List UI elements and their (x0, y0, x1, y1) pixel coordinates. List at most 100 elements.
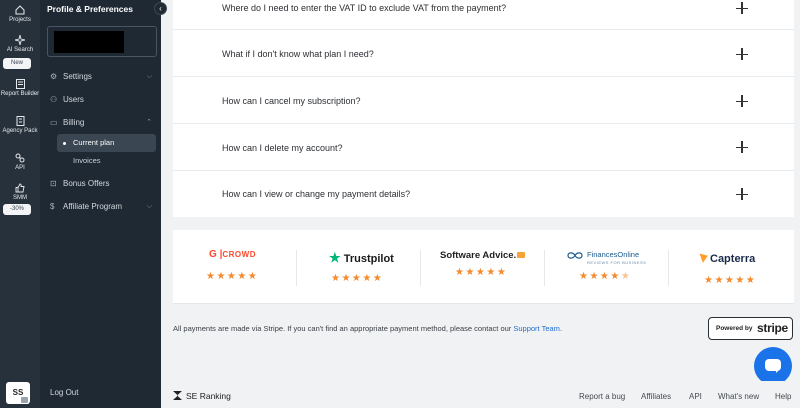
camera-icon (20, 396, 29, 404)
panel-title: Profile & Preferences (47, 4, 133, 14)
sub-label-current-plan: Current plan (73, 138, 115, 147)
active-dot (63, 142, 66, 145)
rail-item-agency-pack[interactable]: Agency Pack (0, 116, 40, 135)
discount-badge: -30% (3, 204, 31, 215)
powered-by-stripe-badge[interactable]: Powered by stripe (708, 317, 793, 340)
gear-icon: ⚙ (50, 72, 58, 81)
powered-by-label: Powered by (716, 325, 753, 332)
payment-note-end: . (559, 324, 563, 333)
se-ranking-logo-icon (173, 391, 182, 400)
software-advice-logo[interactable]: Software Advice. (440, 250, 526, 261)
faq-question: How can I cancel my subscription? (222, 96, 361, 106)
faq-item[interactable]: Where do I need to enter the VAT ID to e… (173, 0, 794, 30)
dollar-icon: $ (50, 202, 55, 211)
financesonline-rating-stars: ★★★★★ (579, 271, 632, 282)
plus-icon[interactable] (736, 48, 748, 60)
sub-item-current-plan[interactable]: Current plan (57, 134, 156, 152)
api-icon (15, 153, 25, 163)
footer-link-api[interactable]: API (689, 392, 702, 401)
g2-wordmark: CROWD (222, 250, 256, 259)
g2-crowd-logo[interactable]: G |CROWD (209, 249, 256, 260)
settings-panel: Profile & Preferences ⚙ Settings ⌵ ⚇ Use… (40, 0, 191, 408)
footer-link-affiliates[interactable]: Affiliates (641, 392, 671, 401)
icon-rail: Projects AI Search New Report Builder Ag… (0, 0, 40, 408)
faq-question: What if I don't know what plan I need? (222, 49, 374, 59)
rail-item-projects[interactable]: Projects (0, 5, 40, 24)
plus-icon[interactable] (736, 188, 748, 200)
plus-icon[interactable] (736, 2, 748, 14)
rail-item-api[interactable]: API (0, 153, 40, 172)
new-badge: New (3, 58, 31, 69)
nav-label-users: Users (63, 95, 84, 104)
rail-label-report-builder: Report Builder (0, 91, 40, 97)
chevron-down-icon: ⌵ (146, 73, 152, 80)
trustpilot-name: Trustpilot (343, 253, 394, 265)
footer-brand[interactable]: SE Ranking (173, 391, 231, 401)
rail-label-smm: SMM (13, 195, 27, 201)
software-advice-rating-stars: ★★★★★ (455, 267, 508, 278)
project-selector[interactable] (47, 26, 157, 57)
infinity-icon (567, 252, 583, 259)
chat-bubble-tail (776, 369, 780, 373)
capterra-rating-stars: ★★★★★ (704, 275, 757, 286)
nav-label-affiliate-program: Affiliate Program (63, 202, 122, 211)
divider (544, 250, 545, 286)
rail-label-agency-pack: Agency Pack (2, 128, 38, 134)
financesonline-tagline: REVIEWS FOR BUSINESS (587, 260, 647, 265)
trustpilot-logo[interactable]: ★ Trustpilot (329, 250, 394, 266)
nav-item-billing[interactable]: ▭ Billing ⌃ (40, 115, 161, 131)
faq-list: Where do I need to enter the VAT ID to e… (173, 0, 794, 217)
footer: SE Ranking Report a bug Affiliates API W… (161, 381, 800, 408)
support-team-link[interactable]: Support Team (513, 324, 560, 333)
gift-icon: ⊡ (50, 179, 57, 188)
capterra-arrow-icon (699, 251, 710, 263)
rail-label-projects: Projects (9, 17, 31, 23)
trustpilot-star-icon: ★ (329, 250, 341, 265)
redacted-project-name (54, 31, 124, 53)
trustpilot-rating-stars: ★★★★★ (331, 273, 384, 284)
home-icon (15, 5, 25, 15)
report-icon (15, 79, 25, 89)
payment-note-text: All payments are made via Stripe. If you… (173, 324, 514, 333)
footer-brand-name: SE Ranking (186, 391, 231, 401)
rail-item-report-builder[interactable]: Report Builder (0, 79, 40, 98)
divider (668, 250, 669, 286)
rail-item-smm[interactable]: SMM (0, 183, 40, 202)
building-icon (16, 116, 24, 126)
thumbs-up-icon (15, 183, 25, 193)
speech-bubble-icon (517, 252, 526, 258)
logout-link[interactable]: Log Out (50, 388, 78, 397)
footer-link-help[interactable]: Help (775, 392, 791, 401)
chat-button[interactable] (754, 347, 792, 385)
faq-item[interactable]: How can I delete my account? (173, 125, 794, 171)
nav-label-settings: Settings (63, 72, 92, 81)
footer-link-report-bug[interactable]: Report a bug (579, 392, 625, 401)
capterra-name: Capterra (710, 253, 756, 265)
nav-item-affiliate-program[interactable]: $ Affiliate Program ⌵ (40, 199, 161, 215)
nav-item-settings[interactable]: ⚙ Settings ⌵ (40, 69, 161, 85)
plus-icon[interactable] (736, 141, 748, 153)
faq-item[interactable]: What if I don't know what plan I need? (173, 31, 794, 77)
divider (420, 250, 421, 286)
sub-label-invoices: Invoices (73, 156, 101, 165)
review-badges: G |CROWD ★★★★★ ★ Trustpilot ★★★★★ Softwa… (173, 230, 794, 304)
card-icon: ▭ (50, 118, 58, 127)
payment-note: All payments are made via Stripe. If you… (173, 324, 562, 333)
footer-link-whats-new[interactable]: What's new (718, 392, 759, 401)
faq-item[interactable]: How can I cancel my subscription? (173, 78, 794, 124)
faq-question: How can I delete my account? (222, 143, 343, 153)
rail-label-ai-search: AI Search (6, 47, 34, 53)
financesonline-logo[interactable]: FinancesOnline REVIEWS FOR BUSINESS (566, 250, 646, 265)
collapse-sidebar-button[interactable]: ‹ (154, 2, 167, 15)
rail-label-api: API (15, 165, 25, 171)
g2-mark: G (209, 249, 217, 260)
sub-item-invoices[interactable]: Invoices (57, 152, 156, 170)
nav-item-users[interactable]: ⚇ Users (40, 92, 161, 108)
divider (296, 250, 297, 286)
capterra-logo[interactable]: Capterra (699, 251, 756, 265)
nav-item-bonus-offers[interactable]: ⊡ Bonus Offers (40, 176, 161, 192)
plus-icon[interactable] (736, 95, 748, 107)
faq-item[interactable]: How can I view or change my payment deta… (173, 171, 794, 217)
chevron-down-icon: ⌵ (146, 203, 152, 210)
rail-item-ai-search[interactable]: AI Search (0, 35, 40, 54)
